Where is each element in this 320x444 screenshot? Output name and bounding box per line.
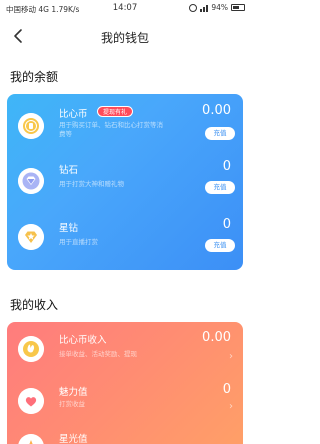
income-card: 比心币收入 接单收益、活动奖励、提现 0.00 › 魅力值 打赏收益 0 › 星… xyxy=(7,322,243,444)
status-bar: 中国移动 4G 1.79K/s 14:07 94% xyxy=(0,0,250,18)
income-item-coin[interactable]: 比心币收入 接单收益、活动奖励、提现 0.00 › xyxy=(7,322,243,378)
hand-coin-icon xyxy=(18,336,44,362)
coin-income-value: 0.00 xyxy=(202,330,231,345)
diamond-value: 0 xyxy=(222,159,231,174)
diamond-title: 钻石 xyxy=(59,165,79,176)
diamond-icon xyxy=(18,168,44,194)
star-diamond-icon xyxy=(18,224,44,250)
star-diamond-title: 星钻 xyxy=(59,223,79,234)
charm-title: 魅力值 xyxy=(59,387,88,398)
coin-desc: 用于购买订单、钻石和比心打赏等消费等 xyxy=(59,121,163,138)
income-item-starlight[interactable]: 星光值 xyxy=(7,426,243,444)
nav-bar: 我的钱包 xyxy=(0,18,250,56)
coin-value: 0.00 xyxy=(202,103,231,118)
income-section-title: 我的收入 xyxy=(10,298,59,312)
charm-chevron-icon: › xyxy=(229,401,233,412)
battery-icon xyxy=(231,4,245,11)
balance-item-diamond[interactable]: 钻石 用于打赏大神和赠礼物 0 充值 xyxy=(7,154,243,212)
starlight-title: 星光值 xyxy=(59,434,88,444)
coin-title: 比心币 xyxy=(59,109,88,120)
coin-recharge-button[interactable]: 充值 xyxy=(205,127,235,140)
coin-income-desc: 接单收益、活动奖励、提现 xyxy=(59,350,137,358)
balance-section-title: 我的余额 xyxy=(10,70,59,84)
coin-icon xyxy=(18,113,44,139)
diamond-desc: 用于打赏大神和赠礼物 xyxy=(59,180,124,188)
balance-item-star-diamond[interactable]: 星钻 用于直播打赏 0 充值 xyxy=(7,212,243,270)
coin-income-title: 比心币收入 xyxy=(59,335,107,346)
diamond-recharge-button[interactable]: 充值 xyxy=(205,181,235,194)
star-light-icon xyxy=(18,434,44,444)
income-item-charm[interactable]: 魅力值 打赏收益 0 › xyxy=(7,378,243,426)
star-diamond-value: 0 xyxy=(222,217,231,232)
page-title: 我的钱包 xyxy=(100,31,149,45)
star-diamond-recharge-button[interactable]: 充值 xyxy=(205,239,235,252)
charm-desc: 打赏收益 xyxy=(59,400,85,408)
signal-icon xyxy=(200,4,209,12)
charm-value: 0 xyxy=(222,382,231,397)
balance-item-coin[interactable]: 比心币 提现有礼 用于购买订单、钻石和比心打赏等消费等 0.00 充值 xyxy=(7,94,243,154)
balance-card: 比心币 提现有礼 用于购买订单、钻石和比心打赏等消费等 0.00 充值 钻石 用… xyxy=(7,94,243,270)
battery-percent: 94% xyxy=(211,3,228,12)
coin-income-chevron-icon: › xyxy=(229,351,233,362)
withdraw-badge[interactable]: 提现有礼 xyxy=(97,106,134,117)
star-diamond-desc: 用于直播打赏 xyxy=(59,238,98,246)
status-right: 94% xyxy=(189,3,245,12)
heart-icon xyxy=(18,388,44,414)
alarm-icon xyxy=(189,3,198,12)
